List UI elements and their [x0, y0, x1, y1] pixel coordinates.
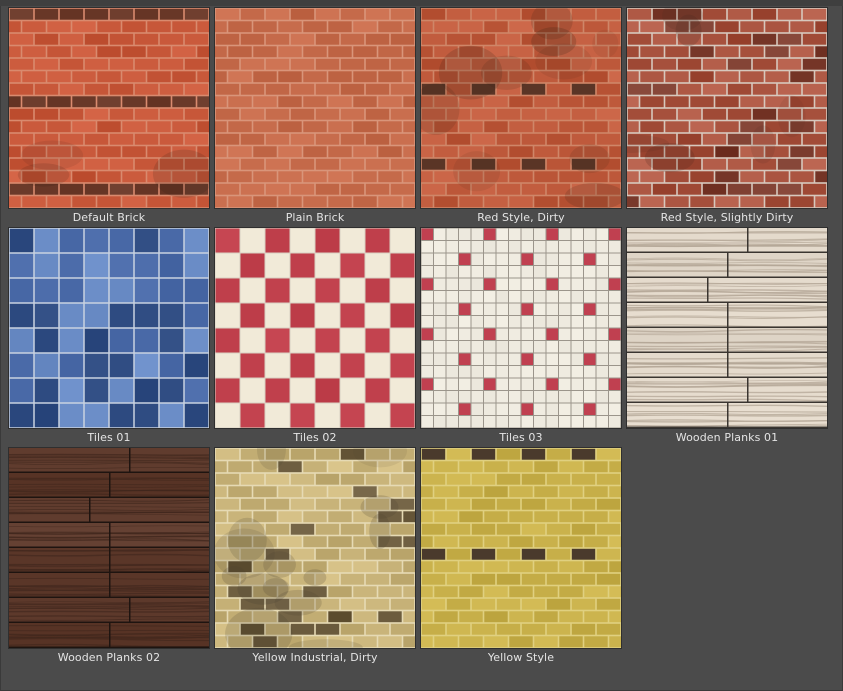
- material-label: Red Style, Slightly Dirty: [660, 211, 794, 224]
- plain-brick-thumbnail[interactable]: [214, 7, 416, 209]
- tiles-03-thumbnail[interactable]: [420, 227, 622, 429]
- yellow-style-texture: [421, 448, 621, 648]
- material-browser-panel: Default Brick Plain Brick Red Style, Dir…: [0, 0, 843, 691]
- tiles-03-texture: [421, 228, 621, 428]
- material-label: Tiles 03: [499, 431, 543, 444]
- material-label: Wooden Planks 02: [57, 651, 161, 664]
- red-style-dirty-thumbnail[interactable]: [420, 7, 622, 209]
- plain-brick-texture: [215, 8, 415, 208]
- tiles-02-texture: [215, 228, 415, 428]
- material-label: Red Style, Dirty: [477, 211, 565, 224]
- material-tiles-03[interactable]: Tiles 03: [420, 227, 622, 447]
- material-label: Default Brick: [72, 211, 146, 224]
- red-style-dirty-texture: [421, 8, 621, 208]
- material-wooden-planks-01[interactable]: Wooden Planks 01: [626, 227, 828, 447]
- material-wooden-planks-02[interactable]: Wooden Planks 02: [8, 447, 210, 667]
- material-plain-brick[interactable]: Plain Brick: [214, 7, 416, 227]
- yellow-industrial-dirty-texture: [215, 448, 415, 648]
- wooden-planks-02-texture: [9, 448, 209, 648]
- wooden-planks-01-texture: [627, 228, 827, 428]
- material-label: Plain Brick: [285, 211, 345, 224]
- material-yellow-style[interactable]: Yellow Style: [420, 447, 622, 667]
- material-label: Wooden Planks 01: [675, 431, 779, 444]
- tiles-02-thumbnail[interactable]: [214, 227, 416, 429]
- yellow-style-thumbnail[interactable]: [420, 447, 622, 649]
- empty-slot: [626, 447, 828, 667]
- panel-top-edge: [0, 0, 843, 6]
- material-default-brick[interactable]: Default Brick: [8, 7, 210, 227]
- wooden-planks-01-thumbnail[interactable]: [626, 227, 828, 429]
- material-grid: Default Brick Plain Brick Red Style, Dir…: [8, 7, 828, 667]
- material-label: Yellow Style: [487, 651, 555, 664]
- default-brick-texture: [9, 8, 209, 208]
- default-brick-thumbnail[interactable]: [8, 7, 210, 209]
- red-style-slightly-dirty-thumbnail[interactable]: [626, 7, 828, 209]
- tiles-01-texture: [9, 228, 209, 428]
- material-tiles-02[interactable]: Tiles 02: [214, 227, 416, 447]
- wooden-planks-02-thumbnail[interactable]: [8, 447, 210, 649]
- material-label: Yellow Industrial, Dirty: [252, 651, 378, 664]
- material-yellow-industrial-dirty[interactable]: Yellow Industrial, Dirty: [214, 447, 416, 667]
- material-red-style-slightly-dirty[interactable]: Red Style, Slightly Dirty: [626, 7, 828, 227]
- material-label: Tiles 01: [87, 431, 131, 444]
- material-tiles-01[interactable]: Tiles 01: [8, 227, 210, 447]
- yellow-industrial-dirty-thumbnail[interactable]: [214, 447, 416, 649]
- tiles-01-thumbnail[interactable]: [8, 227, 210, 429]
- material-label: Tiles 02: [293, 431, 337, 444]
- red-style-slightly-dirty-texture: [627, 8, 827, 208]
- material-red-style-dirty[interactable]: Red Style, Dirty: [420, 7, 622, 227]
